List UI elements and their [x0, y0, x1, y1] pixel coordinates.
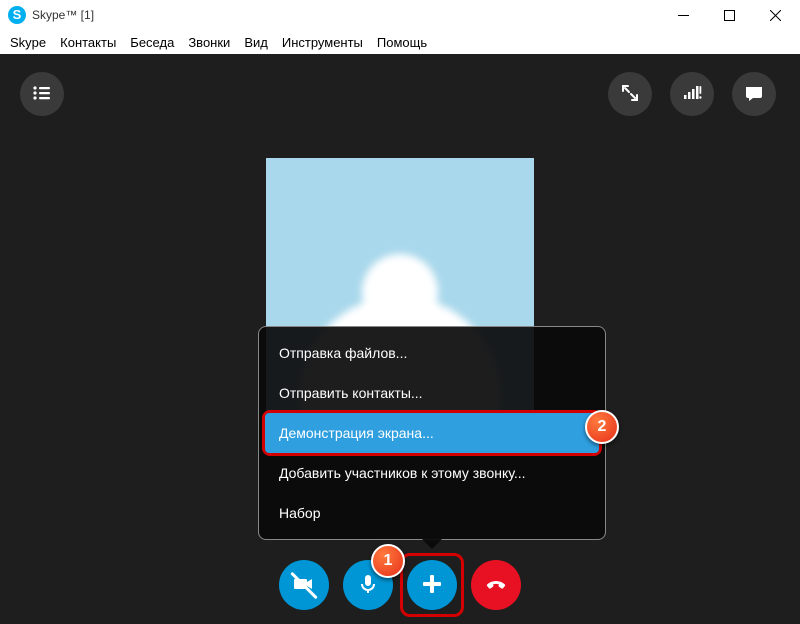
toggle-video-button[interactable] [279, 560, 329, 610]
menu-item-dialpad[interactable]: Набор [265, 493, 599, 533]
highlight-frame-2: Демонстрация экрана... [262, 410, 602, 456]
chat-button[interactable] [732, 72, 776, 116]
menu-calls[interactable]: Звонки [188, 35, 230, 50]
menu-contacts[interactable]: Контакты [60, 35, 116, 50]
skype-logo-icon [8, 6, 26, 24]
window-maximize-button[interactable] [706, 0, 752, 30]
menu-item-send-files[interactable]: Отправка файлов... [265, 333, 599, 373]
call-quality-button[interactable] [670, 72, 714, 116]
recent-list-button[interactable] [20, 72, 64, 116]
mic-icon [356, 572, 380, 599]
expand-icon [620, 83, 640, 106]
menu-view[interactable]: Вид [244, 35, 268, 50]
call-controls [279, 560, 521, 610]
add-button[interactable] [407, 560, 457, 610]
menu-bar: Skype Контакты Беседа Звонки Вид Инструм… [0, 30, 800, 54]
menu-conversation[interactable]: Беседа [130, 35, 174, 50]
window-titlebar: Skype™ [1] [0, 0, 800, 30]
window-minimize-button[interactable] [660, 0, 706, 30]
add-menu-popover: Отправка файлов... Отправить контакты...… [258, 326, 606, 540]
menu-item-send-contacts[interactable]: Отправить контакты... [265, 373, 599, 413]
menu-item-share-screen[interactable]: Демонстрация экрана... [265, 413, 599, 453]
plus-icon [420, 572, 444, 599]
list-icon [32, 83, 52, 106]
menu-help[interactable]: Помощь [377, 35, 427, 50]
menu-skype[interactable]: Skype [10, 35, 46, 50]
call-area: Отправка файлов... Отправить контакты...… [0, 54, 800, 624]
window-title: Skype™ [1] [32, 8, 94, 22]
menu-item-add-participants[interactable]: Добавить участников к этому звонку... [265, 453, 599, 493]
chat-icon [744, 83, 764, 106]
fullscreen-button[interactable] [608, 72, 652, 116]
end-call-button[interactable] [471, 560, 521, 610]
window-close-button[interactable] [752, 0, 798, 30]
hangup-icon [484, 572, 508, 599]
menu-tools[interactable]: Инструменты [282, 35, 363, 50]
toggle-mic-button[interactable] [343, 560, 393, 610]
signal-icon [682, 83, 702, 106]
